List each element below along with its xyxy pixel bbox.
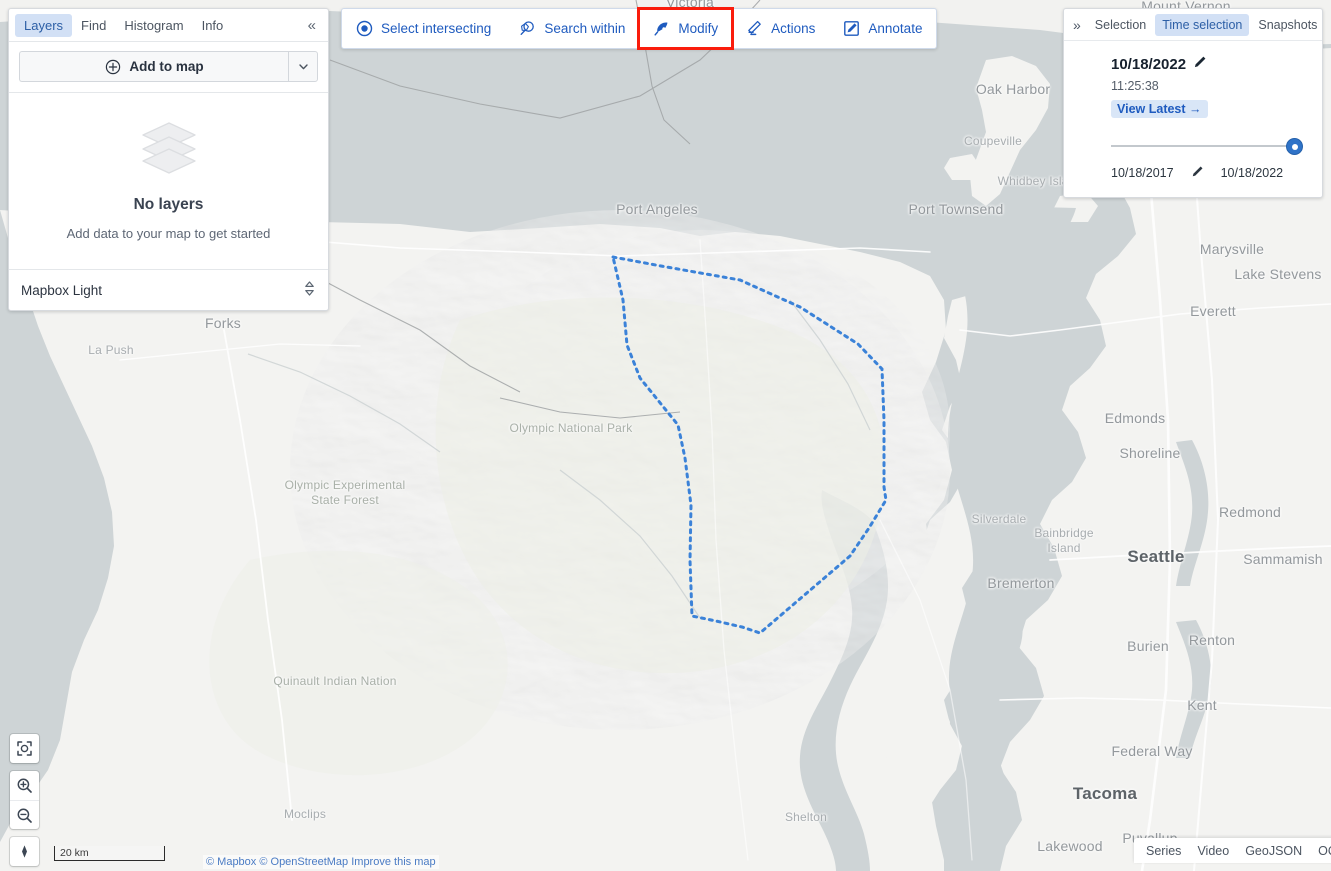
tool-label: Select intersecting (381, 21, 492, 36)
tab-histogram[interactable]: Histogram (115, 14, 192, 37)
tool-label: Annotate (868, 21, 923, 36)
compass-button[interactable] (10, 837, 39, 866)
time-selection-body: 10/18/2022 11:25:38 View Latest → 10/18/… (1064, 41, 1322, 197)
tab-info[interactable]: Info (193, 14, 233, 37)
stepper-updown-icon (303, 280, 316, 300)
basemap-label: Mapbox Light (21, 282, 103, 298)
tool-label: Search within (544, 21, 626, 36)
empty-subtitle: Add data to your map to get started (66, 226, 271, 241)
fit-bounds-button[interactable] (10, 734, 39, 763)
layers-panel-tabs: Layers Find Histogram Info « (9, 9, 328, 42)
chevron-down-icon (298, 64, 308, 70)
target-icon (356, 20, 373, 37)
time-slider-handle[interactable] (1286, 138, 1303, 155)
range-end-date: 10/18/2022 (1220, 166, 1284, 180)
time-selection-panel: » Selection Time selection Snapshots 10/… (1063, 8, 1323, 198)
tab-selection[interactable]: Selection (1088, 14, 1153, 36)
time-slider[interactable] (1111, 137, 1303, 155)
compass-group (10, 837, 39, 866)
plus-circle-icon (104, 58, 121, 75)
tool-modify[interactable]: Modify (637, 7, 735, 50)
edit-range-pencil-icon[interactable] (1191, 165, 1204, 181)
collapse-panel-icon[interactable]: « (302, 15, 322, 36)
expand-panel-icon[interactable]: » (1070, 16, 1086, 34)
empty-title: No layers (133, 196, 204, 213)
tool-annotate[interactable]: Annotate (829, 9, 936, 48)
zoom-in-button[interactable] (10, 771, 39, 800)
tool-select-intersecting[interactable]: Select intersecting (342, 9, 505, 48)
view-latest-button[interactable]: View Latest → (1111, 100, 1208, 118)
right-panel-tabs: » Selection Time selection Snapshots (1064, 9, 1322, 41)
tab-series[interactable]: Series (1140, 841, 1187, 861)
tab-oql[interactable]: OQL (1312, 841, 1331, 861)
add-to-map-button[interactable]: Add to map (19, 51, 288, 82)
time-slider-track (1111, 145, 1295, 147)
tool-actions[interactable]: Actions (732, 9, 829, 48)
tab-layers[interactable]: Layers (15, 13, 73, 37)
tab-snapshots[interactable]: Snapshots (1251, 14, 1322, 36)
selected-time: 11:25:38 (1111, 79, 1159, 93)
edit-date-pencil-icon[interactable] (1193, 55, 1207, 74)
add-to-map-label: Add to map (129, 59, 204, 74)
selected-date: 10/18/2022 (1111, 56, 1187, 73)
zoom-out-button[interactable] (10, 800, 39, 829)
tab-video[interactable]: Video (1191, 841, 1235, 861)
add-to-map-row: Add to map (9, 42, 328, 93)
empty-layers-state: No layers Add data to your map to get st… (9, 93, 328, 270)
app-root: Victoria Mount Vernon Oak Harbor Coupeville… (0, 0, 1331, 871)
map-attribution[interactable]: © Mapbox © OpenStreetMap Improve this ma… (203, 855, 439, 869)
tool-label: Modify (678, 21, 719, 36)
tool-search-within[interactable]: Search within (505, 9, 639, 48)
fit-bounds-group (10, 734, 39, 763)
zoom-group (10, 771, 39, 829)
layers-stack-icon (138, 122, 200, 179)
layers-panel: Layers Find Histogram Info « Add to map (8, 8, 329, 311)
map-tools-toolbar: Select intersecting Search within Modify (341, 7, 938, 50)
tool-label: Actions (771, 21, 816, 36)
tab-find[interactable]: Find (72, 14, 115, 37)
search-within-icon (519, 20, 536, 37)
pencil-square-icon (843, 20, 860, 37)
magic-wand-icon (746, 20, 763, 37)
tab-time-selection[interactable]: Time selection (1155, 13, 1250, 36)
map-controls (10, 734, 39, 871)
basemap-selector[interactable]: Mapbox Light (9, 270, 328, 310)
range-start-date: 10/18/2017 (1111, 166, 1174, 180)
pen-nib-icon (653, 20, 670, 37)
output-format-tabs: Series Video GeoJSON OQL (1134, 838, 1331, 863)
tab-geojson[interactable]: GeoJSON (1239, 841, 1308, 861)
time-range-row: 10/18/2017 10/18/2022 (1111, 165, 1306, 181)
scale-bar: 20 km (54, 846, 165, 861)
add-to-map-caret-button[interactable] (288, 51, 318, 82)
